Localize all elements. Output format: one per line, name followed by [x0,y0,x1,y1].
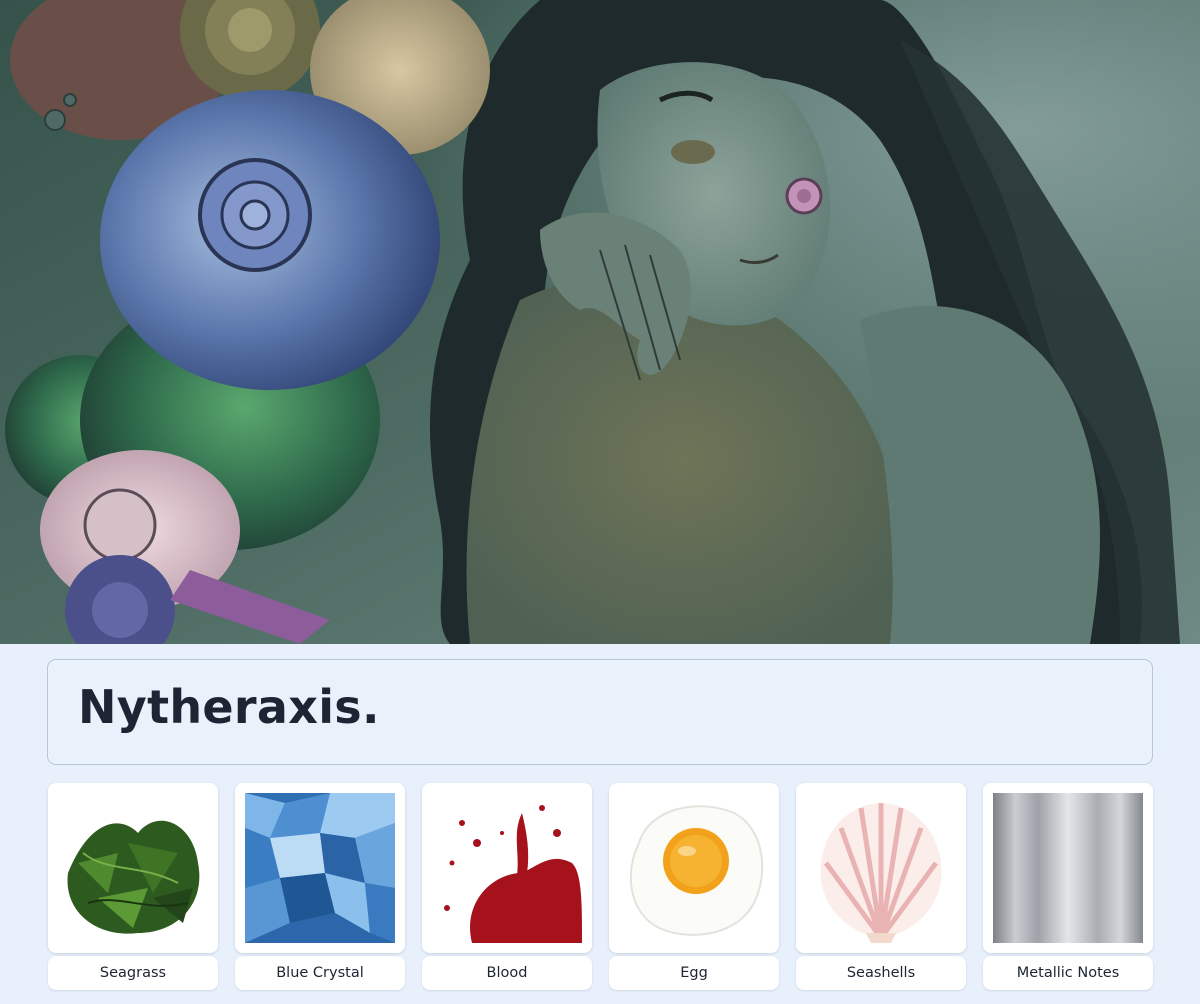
notes-list: Seagrass Blue Crystal Blood Egg Seashell… [48,783,1153,993]
note-card-egg[interactable]: Egg [609,783,779,990]
fried-egg-image [629,805,764,936]
note-card-metallic-notes[interactable]: Metallic Notes [983,783,1153,990]
seagrass-image [67,820,200,934]
note-card-blue-crystal[interactable]: Blue Crystal [235,783,405,990]
scallop-shell-image [820,803,942,943]
note-label: Blood [422,956,592,990]
brushed-metal-image [993,793,1143,943]
note-label: Metallic Notes [983,956,1153,990]
note-label: Egg [609,956,779,990]
note-card-seashells[interactable]: Seashells [796,783,966,990]
note-label: Seashells [796,956,966,990]
note-label: Seagrass [48,956,218,990]
note-card-seagrass[interactable]: Seagrass [48,783,218,990]
perfume-title: Nytheraxis. [78,680,380,734]
hero-illustration [0,0,1200,644]
mermaid-illustration [0,0,1200,644]
blue-crystal-image [245,793,395,943]
note-card-blood[interactable]: Blood [422,783,592,990]
blood-splatter-image [432,793,582,943]
title-panel: Nytheraxis. [47,659,1153,765]
note-label: Blue Crystal [235,956,405,990]
